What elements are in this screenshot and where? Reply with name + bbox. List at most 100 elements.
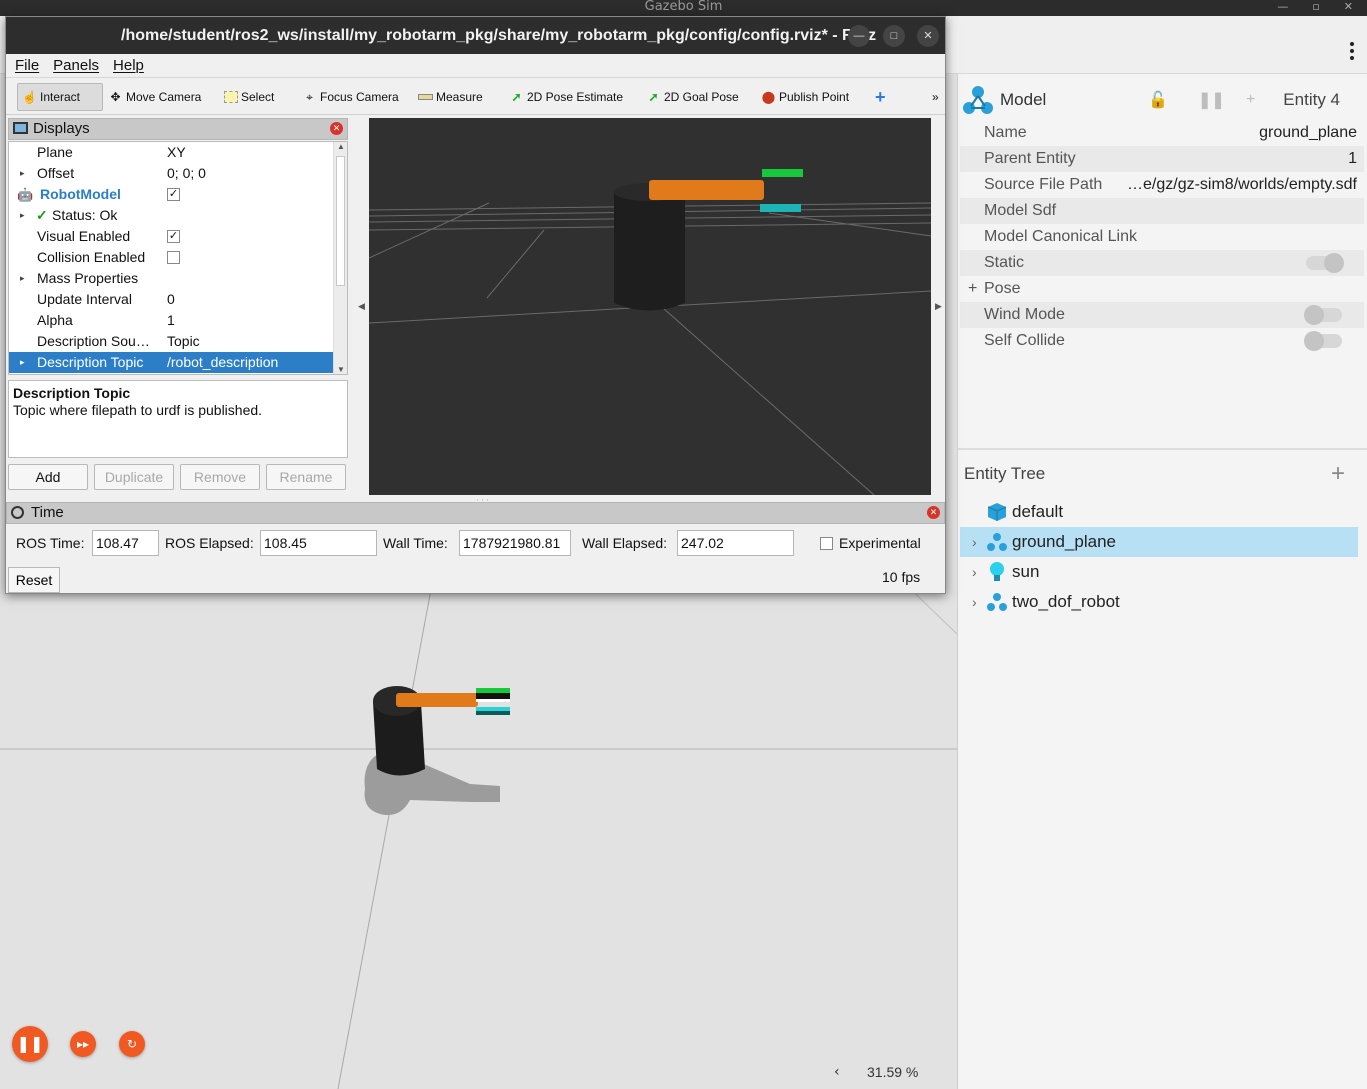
display-row-visual-enabled[interactable]: Visual Enabled ✓ [9, 226, 333, 247]
menu-file[interactable]: File [15, 57, 39, 74]
display-row-offset[interactable]: ▸ Offset 0; 0; 0 [9, 163, 333, 184]
add-button[interactable]: Add [8, 464, 88, 490]
add-icon[interactable]: + [1246, 91, 1255, 109]
collapse-right-icon[interactable]: ▶ [935, 302, 942, 312]
maximize-icon[interactable]: ▫ [1312, 0, 1319, 14]
expand-arrow-icon[interactable]: ▸ [20, 163, 25, 184]
tool-focus-camera[interactable]: ⌖ Focus Camera [302, 83, 399, 111]
remove-button[interactable]: Remove [180, 464, 260, 490]
tool-move-camera[interactable]: ✥ Move Camera [108, 83, 201, 111]
collision-enabled-checkbox[interactable] [167, 251, 180, 264]
gazebo-titlebar: Gazebo Sim — ▫ ✕ [0, 0, 1367, 16]
component-inspector-header: Model 🔓 ❚❚ + Entity 4 [958, 80, 1367, 120]
robot-arm-link[interactable] [649, 180, 764, 200]
property-source-file-path: Source File Path …e/gz/gz-sim8/worlds/em… [960, 172, 1364, 198]
expand-arrow-icon[interactable]: ▸ [20, 352, 25, 373]
pause-button[interactable]: ❚❚ [12, 1026, 48, 1062]
expand-arrow-icon[interactable]: ▸ [20, 268, 25, 289]
minimize-icon[interactable]: — [848, 25, 870, 47]
displays-scrollbar[interactable]: ▲ ▼ [333, 142, 347, 374]
wall-elapsed-field[interactable]: 247.02 [677, 530, 794, 556]
tree-item-default[interactable]: default [960, 497, 1358, 527]
display-row-description-source[interactable]: Description Sou… Topic [9, 331, 333, 352]
visual-enabled-checkbox[interactable]: ✓ [167, 230, 180, 243]
panel-splitter[interactable] [958, 448, 1367, 450]
wind-mode-toggle[interactable] [1304, 305, 1342, 325]
display-row-collision-enabled[interactable]: Collision Enabled [9, 247, 333, 268]
tool-publish-point[interactable]: ⬤ Publish Point [761, 83, 849, 111]
chevron-right-icon[interactable]: › [972, 587, 977, 617]
scroll-up-icon[interactable]: ▲ [337, 142, 345, 151]
display-row-plane[interactable]: Plane XY [9, 142, 333, 163]
tool-2d-goal-pose[interactable]: ➚ 2D Goal Pose [646, 83, 738, 111]
menu-panels[interactable]: Panels [53, 57, 99, 74]
row-value: 0; 0; 0 [167, 165, 206, 181]
robotmodel-checkbox[interactable]: ✓ [167, 188, 180, 201]
collapse-left-icon[interactable]: ◀ [358, 302, 365, 312]
minimize-icon[interactable]: — [1277, 0, 1288, 14]
row-key: Mass Properties [37, 270, 139, 286]
display-row-description-topic[interactable]: ▸ Description Topic /robot_description [9, 352, 333, 373]
menu-help[interactable]: Help [113, 57, 144, 74]
display-row-mass-properties[interactable]: ▸ Mass Properties [9, 268, 333, 289]
tree-item-two-dof-robot[interactable]: › two_dof_robot [960, 587, 1358, 617]
close-icon[interactable]: ✕ [917, 25, 939, 47]
chevron-right-icon[interactable]: › [972, 527, 977, 557]
more-tools-icon[interactable]: » [932, 83, 939, 111]
close-panel-icon[interactable]: ✕ [330, 122, 343, 135]
chevron-right-icon[interactable]: › [972, 557, 977, 587]
add-tool-icon[interactable]: + [875, 83, 886, 111]
fps-readout: 10 fps [882, 569, 921, 585]
display-row-robotmodel[interactable]: 🤖 RobotModel ✓ [9, 184, 333, 205]
expand-arrow-icon[interactable]: ▸ [20, 205, 25, 226]
reset-button[interactable]: Reset [8, 567, 60, 593]
property-model-sdf[interactable]: Model Sdf [960, 198, 1364, 224]
tree-item-sun[interactable]: › sun [960, 557, 1358, 587]
rviz-3d-view[interactable] [369, 118, 931, 495]
robot-arm-link[interactable] [396, 693, 478, 707]
add-entity-icon[interactable]: + [1331, 460, 1345, 488]
tree-item-label: two_dof_robot [1012, 592, 1120, 611]
static-toggle[interactable] [1306, 253, 1344, 273]
chevron-left-icon[interactable]: ‹ [834, 1064, 840, 1080]
clock-icon [11, 506, 24, 519]
pause-updates-icon[interactable]: ❚❚ [1198, 90, 1225, 110]
close-icon[interactable]: ✕ [1344, 0, 1353, 14]
maximize-icon[interactable]: □ [883, 25, 905, 47]
experimental-checkbox[interactable] [820, 537, 833, 550]
checkmark-icon: ✓ [36, 207, 48, 223]
ros-time-field[interactable]: 108.47 [92, 530, 159, 556]
self-collide-toggle[interactable] [1304, 331, 1342, 351]
scroll-down-icon[interactable]: ▼ [337, 365, 345, 374]
step-button[interactable]: ▸▸ [70, 1031, 96, 1057]
displays-tree[interactable]: Plane XY ▸ Offset 0; 0; 0 🤖 RobotModel ✓… [8, 141, 348, 375]
property-key: Model Canonical Link [984, 228, 1137, 245]
scrollbar-thumb[interactable] [336, 156, 345, 286]
lock-icon[interactable]: 🔓 [1148, 90, 1168, 110]
wall-time-label: Wall Time: [383, 535, 448, 551]
tree-item-label: default [1012, 502, 1064, 521]
light-bulb-icon [990, 562, 1004, 581]
tool-interact[interactable]: ☝ Interact [17, 83, 103, 111]
display-row-update-interval[interactable]: Update Interval 0 [9, 289, 333, 310]
robot-base[interactable] [614, 193, 685, 311]
rename-button[interactable]: Rename [266, 464, 346, 490]
ros-elapsed-field[interactable]: 108.45 [260, 530, 377, 556]
property-key: Self Collide [984, 332, 1065, 349]
expand-pose-icon[interactable]: + [968, 276, 977, 302]
display-row-status[interactable]: ▸ ✓ Status: Ok [9, 205, 333, 226]
tree-item-ground-plane[interactable]: › ground_plane [960, 527, 1358, 557]
reset-sim-button[interactable]: ↻ [119, 1031, 145, 1057]
tool-select[interactable]: Select [224, 83, 274, 111]
tool-measure[interactable]: Measure [418, 83, 483, 111]
display-row-alpha[interactable]: Alpha 1 [9, 310, 333, 331]
duplicate-button[interactable]: Duplicate [94, 464, 174, 490]
wall-time-field[interactable]: 1787921980.81 [459, 530, 571, 556]
tool-label: Interact [40, 90, 81, 104]
green-arrow-icon: ➚ [648, 90, 659, 104]
tool-2d-pose-estimate[interactable]: ➚ 2D Pose Estimate [509, 83, 623, 111]
close-panel-icon[interactable]: ✕ [927, 506, 940, 519]
more-options-icon[interactable] [1349, 40, 1355, 62]
property-pose[interactable]: + Pose [960, 276, 1364, 302]
tool-label: 2D Pose Estimate [527, 90, 624, 104]
